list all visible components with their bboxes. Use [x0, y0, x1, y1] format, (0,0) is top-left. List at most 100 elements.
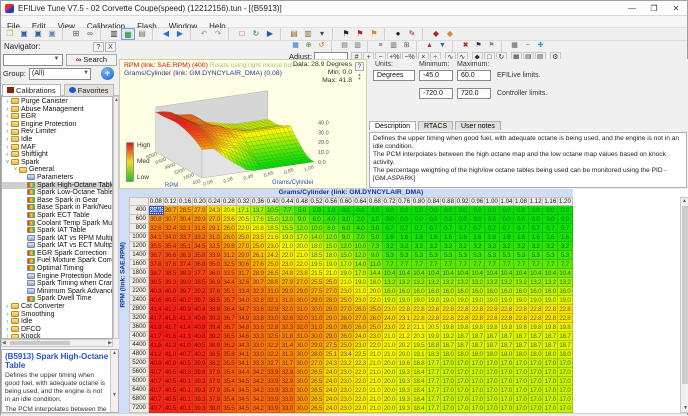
- table-cell[interactable]: 20.6: [222, 206, 237, 215]
- table-cell[interactable]: 26.0: [354, 323, 369, 332]
- table-cell[interactable]: 27.9: [193, 206, 208, 215]
- search-button[interactable]: ∞Search: [66, 54, 117, 66]
- table-cell[interactable]: 18.7: [485, 341, 500, 350]
- row-header[interactable]: 1600: [129, 260, 149, 269]
- table-cell[interactable]: 0.0: [456, 206, 471, 215]
- table-cell[interactable]: 17.0: [500, 359, 515, 368]
- table-cell[interactable]: 33.0: [280, 386, 295, 395]
- table-cell[interactable]: 33.0: [280, 395, 295, 404]
- table-cell[interactable]: 35.8: [222, 350, 237, 359]
- table-cell[interactable]: 31.0: [280, 296, 295, 305]
- table-cell[interactable]: 17.0: [514, 359, 529, 368]
- table-cell[interactable]: 36.3: [178, 251, 193, 260]
- table-cell[interactable]: 17.0: [558, 395, 573, 404]
- table-cell[interactable]: 31.0: [310, 323, 325, 332]
- table-cell[interactable]: 17.0: [456, 377, 471, 386]
- table-cell[interactable]: 28.0: [339, 323, 354, 332]
- column-header[interactable]: 1.08: [514, 197, 529, 206]
- table-cell[interactable]: 33.0: [251, 341, 266, 350]
- table-cell[interactable]: 13.2: [529, 278, 544, 287]
- table-cell[interactable]: 0.0: [397, 206, 412, 215]
- table-cell[interactable]: 32.8: [251, 296, 266, 305]
- table-cell[interactable]: 22.8: [427, 305, 442, 314]
- table-cell[interactable]: 21.0: [339, 278, 354, 287]
- column-header[interactable]: 0.08: [149, 197, 164, 206]
- table-cell[interactable]: 1.6: [514, 233, 529, 242]
- table-cell[interactable]: 18.8: [427, 341, 442, 350]
- row-header[interactable]: 6800: [129, 395, 149, 404]
- paste-options-icon[interactable]: ▾: [315, 28, 329, 40]
- table-cell[interactable]: 7.7: [456, 260, 471, 269]
- table-cell[interactable]: 18.7: [456, 341, 471, 350]
- grid-view-icon[interactable]: ▦: [121, 28, 135, 40]
- table-cell[interactable]: 3.2: [514, 242, 529, 251]
- table-cell[interactable]: 17.0: [485, 395, 500, 404]
- table-cell[interactable]: 29.0: [324, 323, 339, 332]
- copy-with-labels-icon[interactable]: ▤: [338, 41, 351, 51]
- table-cell[interactable]: 17.0: [558, 377, 573, 386]
- table-cell[interactable]: 3.2: [470, 242, 485, 251]
- table-cell[interactable]: 5.3: [427, 251, 442, 260]
- table-cell[interactable]: 0.7: [514, 224, 529, 233]
- row-header[interactable]: 1800: [129, 269, 149, 278]
- table-cell[interactable]: 21.0: [383, 350, 398, 359]
- table-cell[interactable]: 23.0: [339, 368, 354, 377]
- table-cell[interactable]: 10.4: [397, 269, 412, 278]
- table-cell[interactable]: 16.0: [412, 287, 427, 296]
- table-cell[interactable]: 33.9: [266, 377, 281, 386]
- table-cell[interactable]: 21.0: [280, 242, 295, 251]
- tree-item-egr-spark-correction[interactable]: EGR Spark Correction: [2, 250, 112, 258]
- table-cell[interactable]: 16.0: [427, 287, 442, 296]
- table-cell[interactable]: 40.5: [193, 341, 208, 350]
- tab-rtacs[interactable]: RTACS: [418, 121, 453, 130]
- table-cell[interactable]: 17.0: [500, 395, 515, 404]
- table-cell[interactable]: 26.5: [310, 404, 325, 413]
- table-cell[interactable]: 38.7: [149, 269, 164, 278]
- table-cell[interactable]: 29.0: [324, 314, 339, 323]
- row-header[interactable]: 1200: [129, 242, 149, 251]
- link-pids-icon[interactable]: ∞: [83, 28, 97, 40]
- table-cell[interactable]: 17.1: [237, 206, 252, 215]
- table-cell[interactable]: 31.0: [295, 332, 310, 341]
- table-cell[interactable]: 18.0: [529, 350, 544, 359]
- car-compare-icon[interactable]: ◆: [429, 28, 443, 40]
- table-cell[interactable]: 2.0: [310, 206, 325, 215]
- table-cell[interactable]: 39.7: [193, 296, 208, 305]
- tree-item-spark-dwell-time[interactable]: Spark Dwell Time: [2, 295, 112, 303]
- tree-horizontal-scrollbar[interactable]: ◀▶: [1, 339, 113, 347]
- chevron-down-icon[interactable]: ▼: [52, 56, 61, 64]
- row-header[interactable]: 400: [129, 206, 149, 215]
- table-cell[interactable]: 25.0: [368, 323, 383, 332]
- table-cell[interactable]: 13.2: [456, 278, 471, 287]
- table-cell[interactable]: 39.3: [193, 404, 208, 413]
- column-header[interactable]: 1.12: [529, 197, 544, 206]
- col-ops-icon[interactable]: ▥: [387, 41, 400, 51]
- table-cell[interactable]: 17.0: [354, 269, 369, 278]
- table-cell[interactable]: 5.3: [500, 251, 515, 260]
- table-cell[interactable]: 0.7: [485, 224, 500, 233]
- table-cell[interactable]: 1.6: [558, 233, 573, 242]
- column-header[interactable]: 0.68: [368, 197, 383, 206]
- column-header[interactable]: 0.32: [237, 197, 252, 206]
- row-header[interactable]: 3200: [129, 314, 149, 323]
- table-cell[interactable]: 2.0: [354, 215, 369, 224]
- table-cell[interactable]: 12.0: [339, 242, 354, 251]
- table-cell[interactable]: 13.2: [427, 278, 442, 287]
- table-cell[interactable]: 41.0: [178, 341, 193, 350]
- table-cell[interactable]: 34.5: [237, 377, 252, 386]
- table-cell[interactable]: 38.2: [207, 359, 222, 368]
- table-cell[interactable]: 40.3: [149, 287, 164, 296]
- column-header[interactable]: 1.00: [485, 197, 500, 206]
- table-cell[interactable]: 18.0: [543, 350, 558, 359]
- table-cell[interactable]: 23.4: [339, 350, 354, 359]
- table-cell[interactable]: 26.0: [339, 332, 354, 341]
- table-cell[interactable]: 22.8: [470, 314, 485, 323]
- copy-icon[interactable]: ▤: [287, 28, 301, 40]
- column-header[interactable]: 0.52: [310, 197, 325, 206]
- table-cell[interactable]: 30.6: [237, 260, 252, 269]
- table-cell[interactable]: 20.0: [383, 395, 398, 404]
- row-header[interactable]: 5600: [129, 368, 149, 377]
- table-cell[interactable]: 17.0: [529, 404, 544, 413]
- table-cell[interactable]: 39.7: [178, 287, 193, 296]
- table-cell[interactable]: 28.0: [310, 350, 325, 359]
